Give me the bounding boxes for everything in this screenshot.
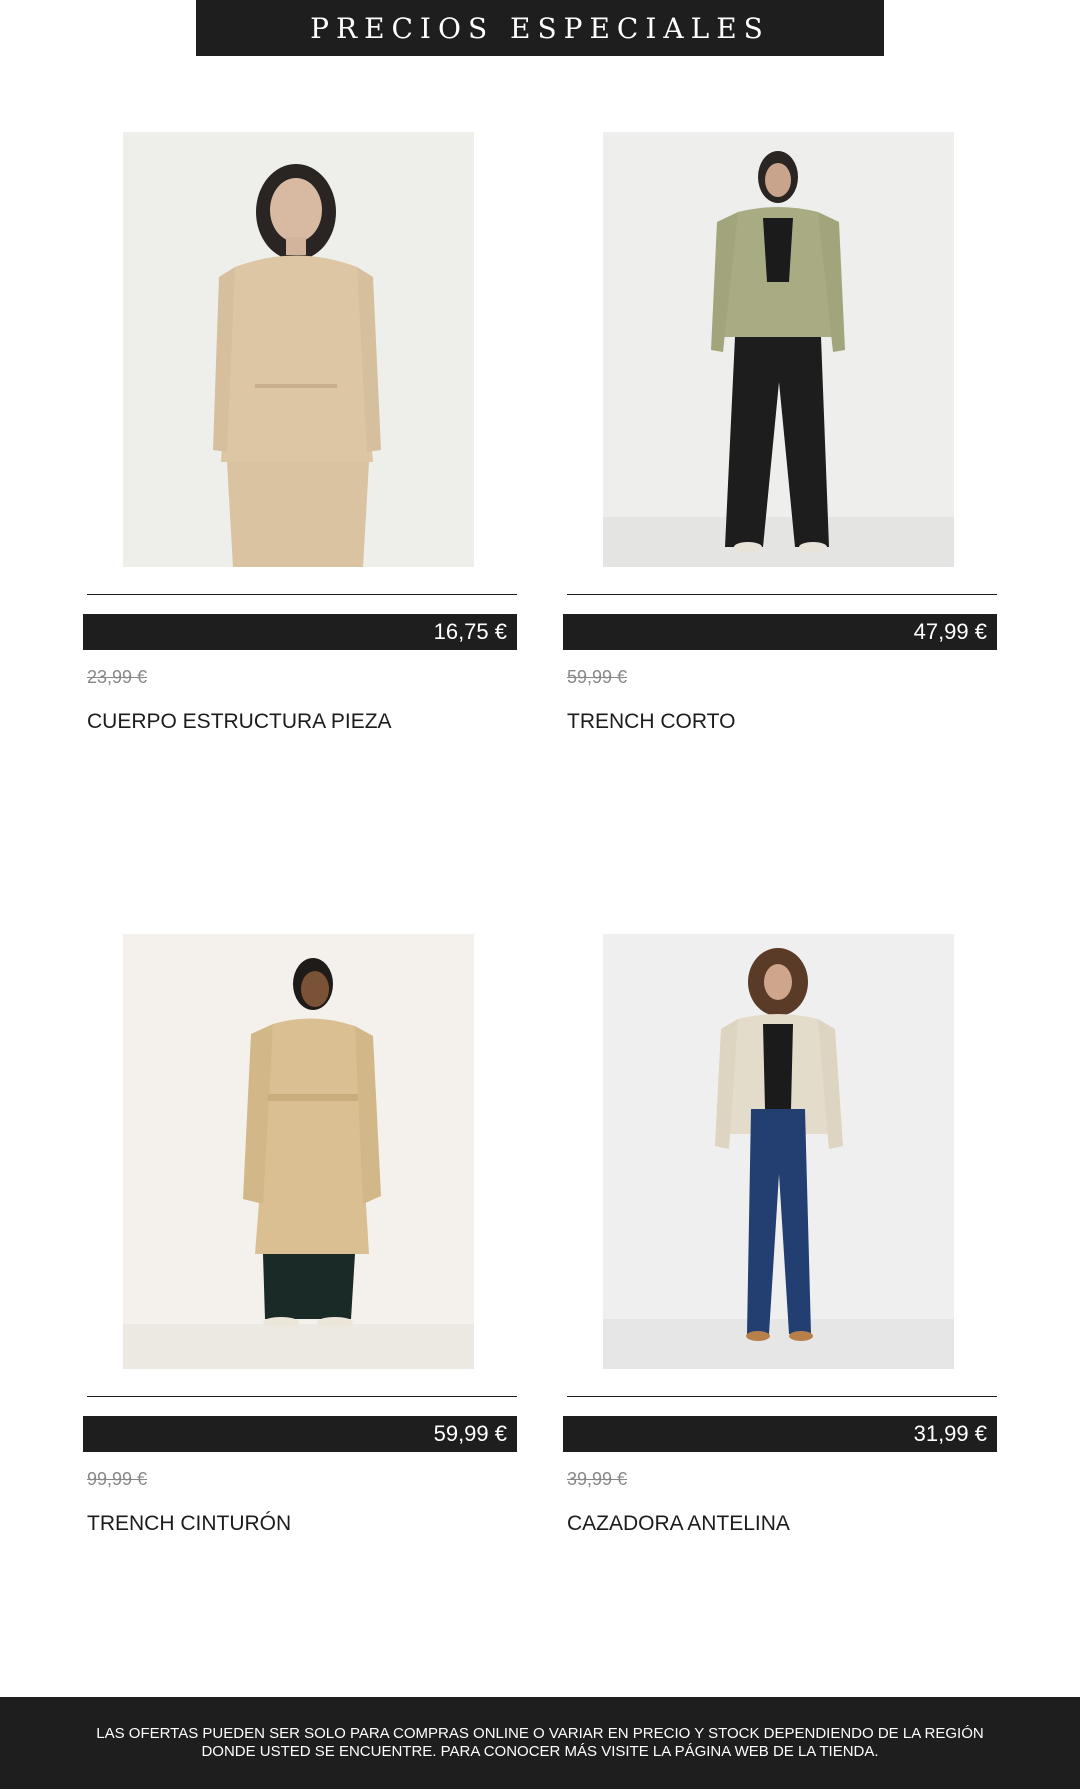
price-tag: 47,99 € <box>563 614 997 650</box>
sale-price: 47,99 € <box>913 619 987 644</box>
footer-disclaimer: LAS OFERTAS PUEDEN SER SOLO PARA COMPRAS… <box>0 1697 1080 1789</box>
product-name[interactable]: CUERPO ESTRUCTURA PIEZA <box>87 710 392 734</box>
original-price: 59,99 € <box>567 667 628 687</box>
divider <box>87 594 517 595</box>
product-name[interactable]: TRENCH CORTO <box>567 710 735 734</box>
product-image[interactable] <box>603 934 954 1369</box>
product-image[interactable] <box>123 132 474 567</box>
divider <box>567 594 997 595</box>
disclaimer-text: LAS OFERTAS PUEDEN SER SOLO PARA COMPRAS… <box>96 1725 984 1760</box>
product-image[interactable] <box>123 934 474 1369</box>
product-name[interactable]: TRENCH CINTURÓN <box>87 1512 291 1536</box>
promo-banner: PRECIOS ESPECIALES <box>196 0 884 56</box>
price-tag: 16,75 € <box>83 614 517 650</box>
sale-price: 59,99 € <box>433 1421 507 1446</box>
price-tag: 31,99 € <box>563 1416 997 1452</box>
divider <box>567 1396 997 1397</box>
sale-price: 31,99 € <box>913 1421 987 1446</box>
product-image[interactable] <box>603 132 954 567</box>
divider <box>87 1396 517 1397</box>
banner-title: PRECIOS ESPECIALES <box>310 11 770 45</box>
sale-price: 16,75 € <box>433 619 507 644</box>
original-price: 23,99 € <box>87 667 148 687</box>
original-price: 39,99 € <box>567 1469 628 1489</box>
product-name[interactable]: CAZADORA ANTELINA <box>567 1512 790 1536</box>
price-tag: 59,99 € <box>83 1416 517 1452</box>
original-price: 99,99 € <box>87 1469 148 1489</box>
